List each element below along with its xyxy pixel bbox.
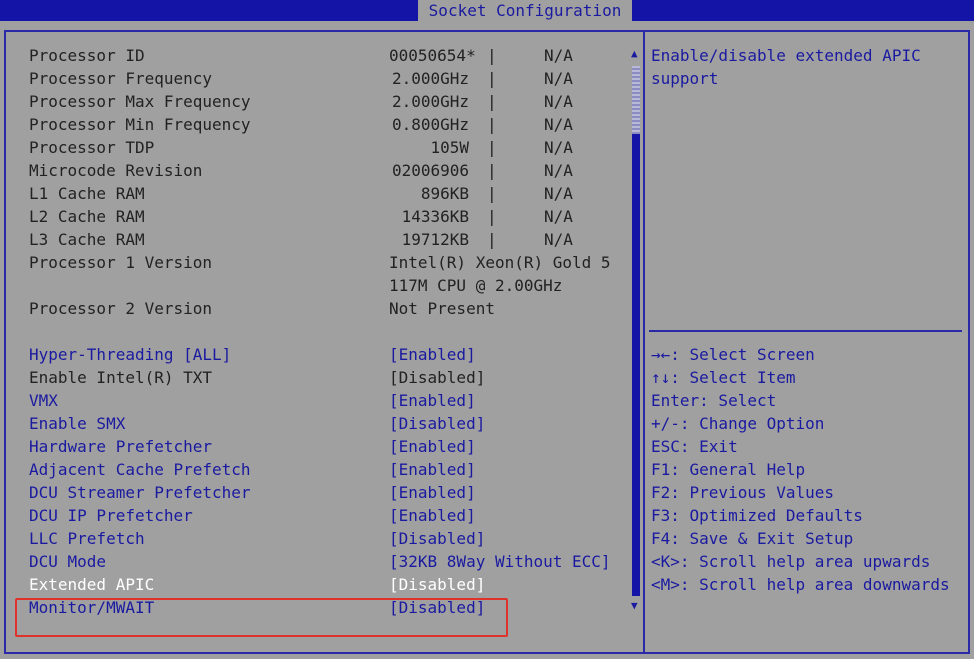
key-hint: F2: Previous Values bbox=[651, 483, 835, 502]
panel-divider bbox=[643, 30, 645, 654]
key-hint: ↑↓: Select Item bbox=[651, 368, 796, 387]
page-title: Socket Configuration bbox=[418, 0, 632, 21]
highlight-box bbox=[15, 598, 508, 637]
key-hint: →←: Select Screen bbox=[651, 345, 815, 364]
help-text-line: support bbox=[651, 69, 719, 88]
scroll-thumb[interactable] bbox=[632, 66, 640, 134]
scroll-up-icon[interactable]: ▲ bbox=[631, 48, 638, 60]
key-hint: ESC: Exit bbox=[651, 437, 738, 456]
help-divider bbox=[649, 330, 962, 332]
key-hint: F1: General Help bbox=[651, 460, 806, 479]
scroll-down-icon[interactable]: ▼ bbox=[631, 600, 638, 612]
key-hint: <M>: Scroll help area downwards bbox=[651, 575, 950, 594]
key-hint: Enter: Select bbox=[651, 391, 777, 410]
key-hint: <K>: Scroll help area upwards bbox=[651, 552, 931, 571]
help-text-line: Enable/disable extended APIC bbox=[651, 46, 921, 65]
key-hint: +/-: Change Option bbox=[651, 414, 825, 433]
key-hint: F4: Save & Exit Setup bbox=[651, 529, 854, 548]
scrollbar-track[interactable] bbox=[632, 134, 640, 596]
key-hint: F3: Optimized Defaults bbox=[651, 506, 863, 525]
top-bar: Socket Configuration bbox=[0, 0, 974, 21]
